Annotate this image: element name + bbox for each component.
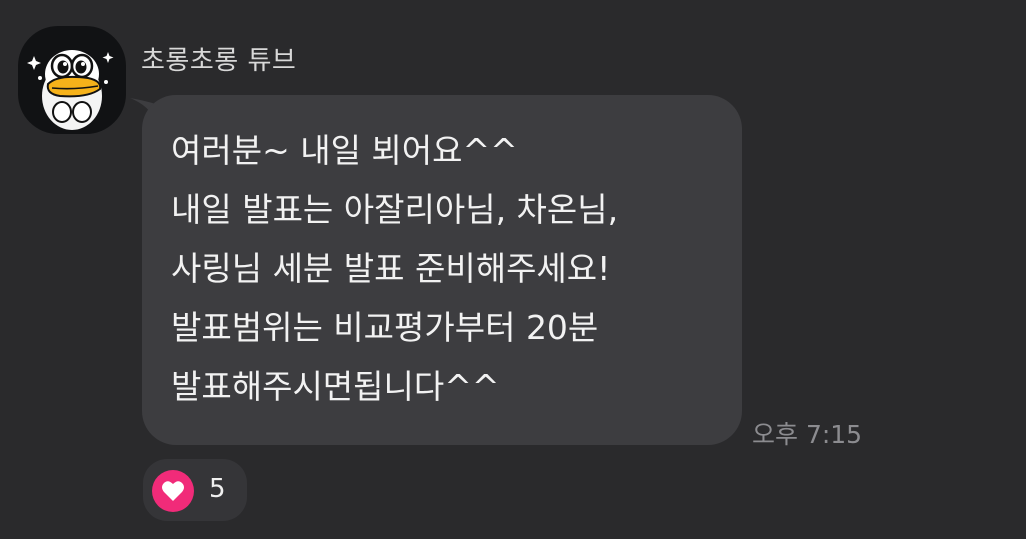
sender-name[interactable]: 초롱초롱 튜브 [141, 40, 296, 77]
message-line: 발표범위는 비교평가부터 20분 [171, 308, 599, 347]
message-line: 여러분~ 내일 뵈어요^^ [171, 131, 518, 170]
heart-icon [152, 470, 194, 512]
message-timestamp: 오후 7:15 [752, 420, 863, 449]
sender-avatar[interactable] [18, 26, 126, 134]
message-bubble[interactable]: 여러분~ 내일 뵈어요^^ 내일 발표는 아잘리아님, 차온님, 사링님 세분 … [142, 95, 742, 445]
message-line: 사링님 세분 발표 준비해주세요! [171, 249, 611, 288]
message-line: 내일 발표는 아잘리아님, 차온님, [171, 190, 619, 229]
reaction-button[interactable]: 5 [143, 459, 247, 521]
chat-view: 초롱초롱 튜브 여러분~ 내일 뵈어요^^ 내일 발표는 아잘리아님, 차온님,… [0, 0, 1026, 539]
reaction-count: 5 [209, 474, 226, 504]
message-line: 발표해주시면됩니다^^ [171, 367, 500, 406]
duck-character-icon [27, 50, 114, 130]
